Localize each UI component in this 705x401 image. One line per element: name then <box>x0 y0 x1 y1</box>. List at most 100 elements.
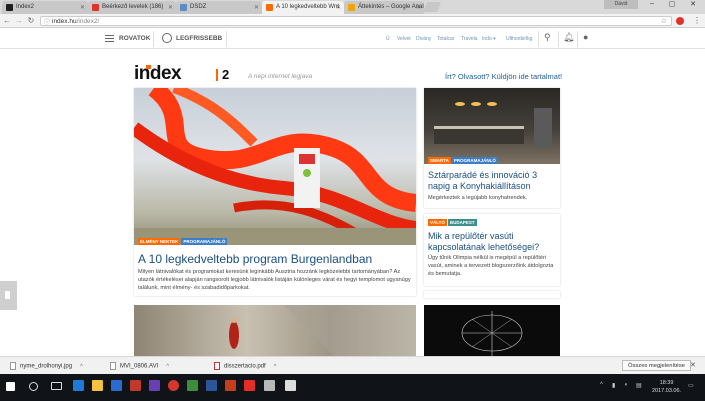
close-window-icon[interactable]: ✕ <box>681 0 705 11</box>
article-lead: Milyen látnivalókat és programokat keres… <box>138 269 411 291</box>
article-title[interactable]: Mik a repülőtér vasúti kapcsolatának leh… <box>428 231 556 253</box>
download-item[interactable]: nyme_drolhonyi.jpg ^ <box>10 362 83 370</box>
kitchen-image[interactable] <box>424 88 560 164</box>
excel-icon[interactable] <box>187 380 198 391</box>
browser-tab[interactable]: Beérkező levelek (186) ✕ <box>88 1 176 14</box>
close-tab-icon[interactable]: ✕ <box>336 4 341 11</box>
close-tab-icon[interactable]: ✕ <box>80 4 85 11</box>
show-all-downloads-button[interactable]: Összes megjelenítése <box>622 360 692 371</box>
network-icon[interactable]: ▮ <box>612 382 615 389</box>
clock-icon <box>162 33 172 43</box>
search-icon[interactable] <box>29 382 38 391</box>
waterslide-image[interactable] <box>134 88 416 245</box>
app-icon[interactable] <box>264 380 275 391</box>
download-item[interactable]: disszertacio.pdf ^ <box>214 362 277 370</box>
section-link[interactable]: Totalcar <box>437 36 455 42</box>
index2-logo[interactable]: index <box>134 64 182 83</box>
powerpoint-icon[interactable] <box>225 380 236 391</box>
bookmark-star-icon[interactable]: ☆ <box>661 17 667 25</box>
store-icon[interactable] <box>111 380 122 391</box>
pinterest-extension-icon[interactable] <box>676 17 684 25</box>
tag[interactable]: BUDAPEST <box>447 219 477 226</box>
bell-icon[interactable]: 🔔︎ <box>563 32 574 43</box>
tag[interactable]: ÉLMÉNY NEKTEK <box>138 238 181 245</box>
side-article-card[interactable]: SMARTA PROGRAMAJÁNLÓ Sztárparádé és inno… <box>424 88 560 208</box>
article-title[interactable]: Sztárparádé és innováció 3 napig a Konyh… <box>428 170 556 192</box>
browser-menu-icon[interactable]: ⋮ <box>693 16 701 25</box>
edge-icon[interactable] <box>73 380 84 391</box>
calculator-icon[interactable] <box>285 380 296 391</box>
new-tab-button[interactable] <box>423 2 441 12</box>
app-icon[interactable] <box>149 380 160 391</box>
article-lead: Úgy tűnik Olimpia nélkül is megépül a re… <box>428 255 554 277</box>
search-icon[interactable]: ⚲ <box>544 32 551 43</box>
app-icon[interactable] <box>130 380 141 391</box>
section-link[interactable]: Ü <box>386 36 390 42</box>
file-explorer-icon[interactable] <box>92 380 103 391</box>
logo-number: 2 <box>222 67 230 82</box>
divider <box>577 31 578 47</box>
pdf-file-icon <box>214 362 220 370</box>
volume-icon[interactable]: ◖ <box>624 382 628 388</box>
tag[interactable]: SMARTA <box>428 157 451 164</box>
word-icon[interactable] <box>206 380 217 391</box>
back-icon[interactable]: ← <box>2 16 12 25</box>
forward-icon[interactable]: → <box>14 16 24 25</box>
notifications-icon[interactable]: ▭ <box>688 382 694 389</box>
section-link[interactable]: Indo ▾ <box>482 36 496 42</box>
side-article-card[interactable]: VÁLTÓ BUDAPEST Mik a repülőtér vasúti ka… <box>424 214 560 286</box>
file-icon <box>110 362 116 370</box>
tag-list: VÁLTÓ BUDAPEST <box>428 219 477 226</box>
browser-tab[interactable]: Áttekintés – Google Anal ✕ <box>344 1 424 14</box>
chevron-up-icon[interactable]: ^ <box>274 364 277 370</box>
menu-icon[interactable] <box>105 35 114 42</box>
section-link[interactable]: Ulthonbirlkg <box>506 36 532 42</box>
logo-separator <box>216 69 218 81</box>
reload-icon[interactable]: ↻ <box>26 16 36 25</box>
tag[interactable]: VÁLTÓ <box>428 219 447 226</box>
browser-tab[interactable]: DSDZ ✕ <box>176 1 262 14</box>
taskbar-clock[interactable]: 18:39 2017.03.06. <box>652 379 681 395</box>
browser-tab[interactable]: Index2 ✕ <box>2 1 88 14</box>
profile-badge[interactable]: Dávid <box>604 0 638 9</box>
divider <box>538 31 539 47</box>
download-item[interactable]: MVI_0806.AVI ^ <box>110 362 169 370</box>
wireframe-illustration <box>461 311 523 356</box>
youtube-icon[interactable] <box>244 380 255 391</box>
tag[interactable]: PROGRAMAJÁNLÓ <box>451 157 498 164</box>
submit-content-link[interactable]: Írt? Olvasott? Küldjön ide tartalmat! <box>445 72 562 81</box>
browser-tab-active[interactable]: A 10 legkedveltebb Wnt ✕ <box>262 1 344 14</box>
lower-side-image[interactable] <box>424 305 560 356</box>
section-link[interactable]: Divány <box>416 36 431 42</box>
article-title[interactable]: A 10 legkedveltebb program Burgenlandban <box>138 252 412 266</box>
divider <box>153 31 154 47</box>
tagline: A népi internet legjava <box>248 73 313 80</box>
section-link[interactable]: Velvet <box>397 36 411 42</box>
task-view-icon[interactable] <box>51 382 62 390</box>
address-bar[interactable]: ⓘ index.hu/index2/ ☆ <box>40 16 672 26</box>
keyboard-icon[interactable]: ▤ <box>636 382 642 389</box>
page-info-icon[interactable]: ⓘ <box>44 17 50 26</box>
tray-chevron-icon[interactable]: ^ <box>600 382 603 388</box>
chevron-up-icon[interactable]: ^ <box>166 364 169 370</box>
close-downloads-icon[interactable]: ✕ <box>690 361 696 369</box>
tag[interactable]: PROGRAMAJÁNLÓ <box>181 238 228 245</box>
divider <box>558 31 559 47</box>
site-header: ROVATOK LEGFRISSEBB Ü Velvet Divány Tota… <box>0 29 705 49</box>
close-tab-icon[interactable]: ✕ <box>416 4 421 11</box>
article-lead: Megérkeztek a legújabb konyhatrendek. <box>428 195 528 201</box>
legfrissebb-link[interactable]: LEGFRISSEBB <box>176 35 222 42</box>
main-article-card[interactable]: ÉLMÉNY NEKTEK PROGRAMAJÁNLÓ A 10 legkedv… <box>134 88 416 296</box>
user-icon[interactable]: ● <box>583 32 588 42</box>
close-tab-icon[interactable]: ✕ <box>254 4 259 11</box>
index-favicon-icon <box>6 4 13 11</box>
gmail-favicon-icon <box>92 4 99 11</box>
section-link[interactable]: Travela <box>461 36 478 42</box>
rovatok-link[interactable]: ROVATOK <box>119 35 150 42</box>
side-panel-toggle[interactable] <box>0 281 17 310</box>
windows-start-icon[interactable] <box>6 382 15 391</box>
lower-article-image[interactable] <box>134 305 416 356</box>
close-tab-icon[interactable]: ✕ <box>168 4 173 11</box>
chevron-up-icon[interactable]: ^ <box>80 364 83 370</box>
chrome-icon[interactable] <box>168 380 179 391</box>
